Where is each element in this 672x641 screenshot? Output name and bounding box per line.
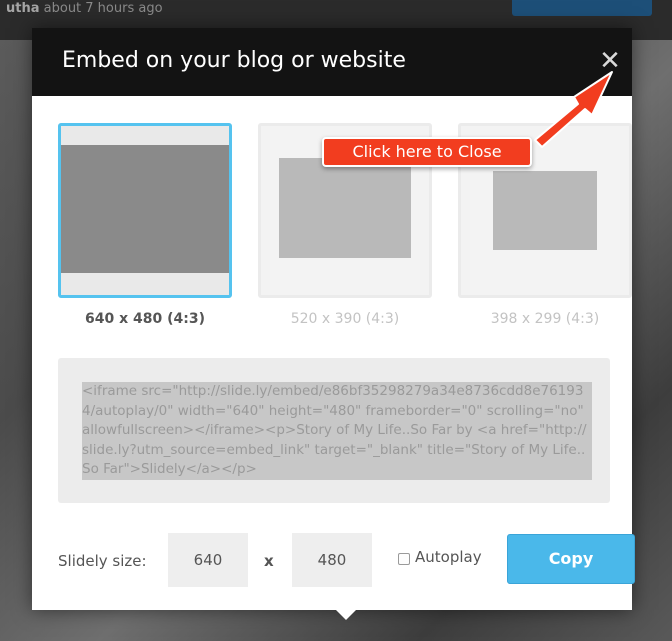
background-timestamp: utha about 7 hours ago — [6, 1, 163, 16]
autoplay-checkbox[interactable] — [398, 553, 410, 565]
embed-modal: Embed on your blog or website ✕ 640 x 48… — [32, 28, 635, 620]
width-input[interactable] — [168, 533, 248, 587]
size-preview-thumbnail — [493, 171, 597, 250]
embed-code-text[interactable]: <iframe src="http://slide.ly/embed/e86bf… — [82, 382, 592, 480]
size-option-640[interactable] — [58, 123, 232, 298]
size-option-label[interactable]: 398 x 299 (4:3) — [458, 311, 632, 327]
size-label: Slidely size: — [58, 552, 147, 570]
size-option-label[interactable]: 640 x 480 (4:3) — [58, 311, 232, 327]
close-icon[interactable]: ✕ — [588, 46, 632, 76]
autoplay-label[interactable]: Autoplay — [415, 548, 482, 566]
height-input[interactable] — [292, 533, 372, 587]
size-preview-thumbnail — [61, 145, 229, 273]
copy-button[interactable]: Copy — [507, 534, 635, 584]
modal-header: Embed on your blog or website ✕ — [32, 28, 632, 96]
size-option-label[interactable]: 520 x 390 (4:3) — [258, 311, 432, 327]
size-preview-thumbnail — [279, 158, 411, 258]
modal-pointer — [336, 610, 356, 620]
background-button — [512, 0, 652, 16]
size-separator: x — [264, 552, 274, 570]
modal-title: Embed on your blog or website — [62, 48, 406, 73]
close-annotation-callout: Click here to Close — [322, 137, 532, 167]
embed-code-box[interactable]: <iframe src="http://slide.ly/embed/e86bf… — [58, 358, 610, 503]
